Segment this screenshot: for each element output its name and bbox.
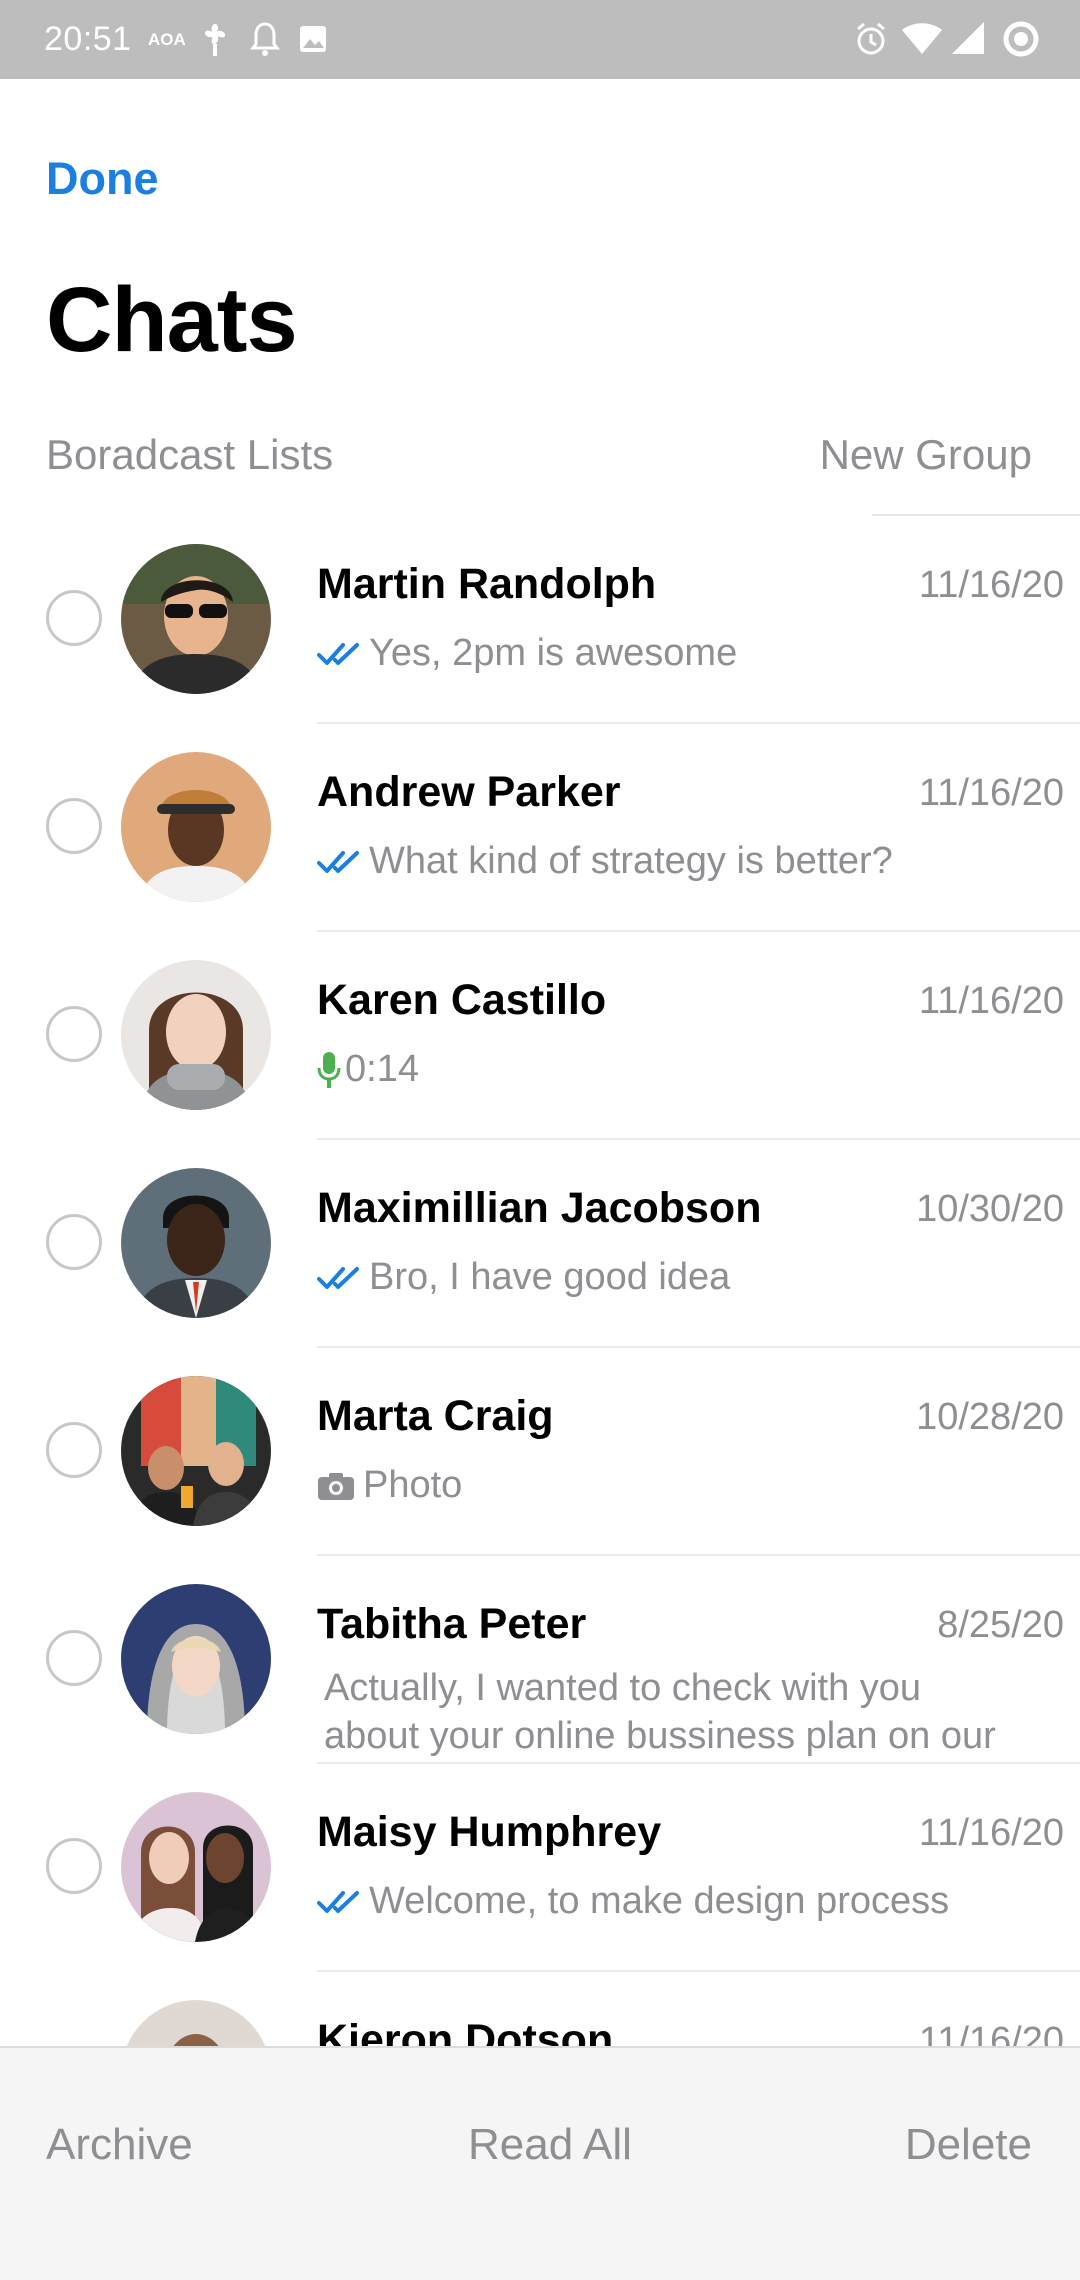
chat-row[interactable]: Andrew Parker 11/16/20 What kind of stra… bbox=[0, 724, 1080, 932]
double-check-icon bbox=[317, 1264, 361, 1292]
chat-name: Karen Castillo bbox=[317, 976, 607, 1024]
chat-name: Tabitha Peter bbox=[317, 1600, 587, 1648]
select-radio[interactable] bbox=[46, 1422, 102, 1478]
avatar bbox=[121, 752, 271, 902]
chat-row[interactable]: Martin Randolph 11/16/20 Yes, 2pm is awe… bbox=[0, 516, 1080, 724]
chat-preview: Yes, 2pm is awesome bbox=[317, 632, 737, 675]
chat-row[interactable]: Tabitha Peter 8/25/20 Actually, I wanted… bbox=[0, 1556, 1080, 1764]
avatar bbox=[121, 2000, 271, 2046]
chat-date: 10/28/20 bbox=[916, 1396, 1064, 1438]
delete-button[interactable]: Delete bbox=[905, 2120, 1032, 2170]
archive-button[interactable]: Archive bbox=[46, 2120, 193, 2170]
select-radio[interactable] bbox=[46, 590, 102, 646]
select-radio[interactable] bbox=[46, 1006, 102, 1062]
chat-name: Maximillian Jacobson bbox=[317, 1184, 762, 1232]
broadcast-lists-link[interactable]: Boradcast Lists bbox=[46, 431, 333, 479]
camera-icon bbox=[317, 1471, 355, 1501]
double-check-icon bbox=[317, 848, 361, 876]
select-radio[interactable] bbox=[46, 1630, 102, 1686]
chat-preview-text: Welcome, to make design process bbox=[369, 1880, 950, 1922]
chat-date: 11/16/20 bbox=[918, 2020, 1064, 2046]
bottom-toolbar: Archive Read All Delete bbox=[0, 2046, 1080, 2280]
chat-date: 11/16/20 bbox=[918, 564, 1064, 606]
alarm-icon bbox=[854, 20, 888, 63]
chat-date: 11/16/20 bbox=[918, 980, 1064, 1022]
chat-preview-text: What kind of strategy is better? bbox=[369, 840, 893, 882]
select-radio[interactable] bbox=[46, 1214, 102, 1270]
chat-preview-text: Actually, I wanted to check with you abo… bbox=[324, 1667, 996, 1757]
chat-preview-text: Yes, 2pm is awesome bbox=[369, 632, 738, 674]
avatar bbox=[121, 1168, 271, 1318]
avatar bbox=[121, 1376, 271, 1526]
double-check-icon bbox=[317, 1888, 361, 1916]
chat-name: Andrew Parker bbox=[317, 768, 621, 816]
chat-row[interactable]: Maisy Humphrey 11/16/20 Welcome, to make… bbox=[0, 1764, 1080, 1972]
new-group-link[interactable]: New Group bbox=[820, 431, 1032, 479]
chat-preview-text: Bro, I have good idea bbox=[369, 1256, 731, 1298]
chat-name: Kieron Dotson bbox=[317, 2016, 614, 2046]
chat-name: Martin Randolph bbox=[317, 560, 657, 608]
double-check-icon bbox=[317, 640, 361, 668]
signal-icon bbox=[950, 20, 986, 63]
chat-preview: What kind of strategy is better? bbox=[317, 840, 893, 883]
chat-row[interactable]: Karen Castillo 11/16/20 0:14 bbox=[0, 932, 1080, 1140]
avatar bbox=[121, 1792, 271, 1942]
ring-icon bbox=[1002, 20, 1040, 63]
chat-row[interactable]: Maximillian Jacobson 10/30/20 Bro, I hav… bbox=[0, 1140, 1080, 1348]
chat-date: 10/30/20 bbox=[916, 1188, 1064, 1230]
wifi-icon bbox=[900, 20, 944, 63]
chat-name: Maisy Humphrey bbox=[317, 1808, 662, 1856]
status-time: 20:51 bbox=[44, 20, 132, 58]
chat-preview-text: Photo bbox=[363, 1464, 463, 1506]
read-all-button[interactable]: Read All bbox=[468, 2120, 632, 2170]
chat-date: 11/16/20 bbox=[918, 772, 1064, 814]
status-bar: 20:51 AOA bbox=[0, 0, 1080, 79]
select-radio[interactable] bbox=[46, 798, 102, 854]
avatar bbox=[121, 1584, 271, 1734]
chat-date: 8/25/20 bbox=[937, 1604, 1064, 1646]
chat-preview-text: 0:14 bbox=[345, 1048, 419, 1090]
chat-row[interactable]: Kieron Dotson 11/16/20 bbox=[0, 1972, 1080, 2046]
image-icon bbox=[298, 20, 328, 63]
chat-preview: Photo bbox=[317, 1464, 462, 1507]
avatar bbox=[121, 960, 271, 1110]
chat-preview: Bro, I have good idea bbox=[317, 1256, 730, 1299]
chat-row[interactable]: Marta Craig 10/28/20 Photo bbox=[0, 1348, 1080, 1556]
carrier-tag: AOA bbox=[148, 30, 186, 49]
fan-icon bbox=[200, 20, 230, 63]
chat-list: Martin Randolph 11/16/20 Yes, 2pm is awe… bbox=[0, 516, 1080, 2046]
chat-date: 11/16/20 bbox=[918, 1812, 1064, 1854]
bell-icon bbox=[250, 20, 280, 63]
chat-preview: Welcome, to make design process bbox=[317, 1880, 949, 1923]
select-radio[interactable] bbox=[46, 1838, 102, 1894]
page-title: Chats bbox=[46, 269, 298, 371]
chat-preview: 0:14 bbox=[317, 1048, 419, 1091]
done-button[interactable]: Done bbox=[46, 153, 159, 205]
chat-name: Marta Craig bbox=[317, 1392, 554, 1440]
avatar bbox=[121, 544, 271, 694]
microphone-icon bbox=[317, 1050, 341, 1090]
